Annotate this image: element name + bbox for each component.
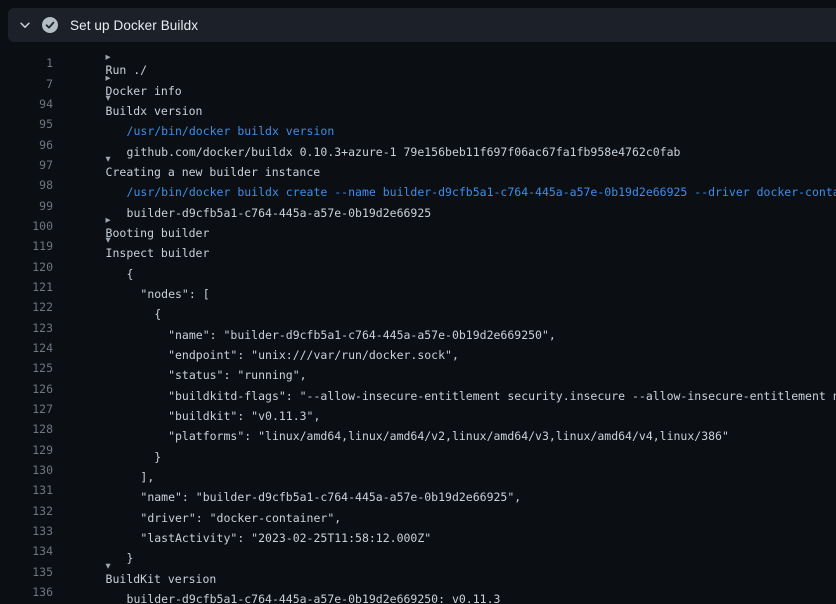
line-number[interactable]: 98	[0, 178, 53, 192]
line-number[interactable]: 136	[0, 585, 53, 599]
line-text: builder-d9cfb5a1-c764-445a-a57e-0b19d2e6…	[127, 592, 501, 604]
triangle-collapsed-icon: ▶	[106, 73, 119, 83]
triangle-expanded-icon: ▼	[106, 93, 119, 103]
line-number[interactable]: 133	[0, 524, 53, 538]
triangle-expanded-icon: ▼	[106, 236, 119, 246]
line-number[interactable]: 134	[0, 544, 53, 558]
line-number[interactable]: 130	[0, 463, 53, 477]
line-number[interactable]: 100	[0, 219, 53, 233]
line-number[interactable]: 99	[0, 199, 53, 213]
line-number[interactable]: 119	[0, 239, 53, 253]
line-number[interactable]: 131	[0, 483, 53, 497]
log-lines: 1 ▶ Run ./ 7 ▶ Docker info 94 ▼ Buildx v…	[0, 53, 836, 602]
triangle-expanded-icon: ▼	[106, 154, 119, 164]
triangle-collapsed-icon: ▶	[106, 215, 119, 225]
line-number[interactable]: 132	[0, 504, 53, 518]
triangle-expanded-icon: ▼	[106, 561, 119, 571]
log-line: 136 builder-d9cfb5a1-c764-445a-a57e-0b19…	[0, 582, 836, 602]
step-title: Set up Docker Buildx	[70, 18, 198, 33]
line-number[interactable]: 129	[0, 443, 53, 457]
line-number[interactable]: 122	[0, 300, 53, 314]
line-number[interactable]: 125	[0, 361, 53, 375]
line-number[interactable]: 120	[0, 260, 53, 274]
line-number[interactable]: 121	[0, 280, 53, 294]
line-number[interactable]: 124	[0, 341, 53, 355]
line-number[interactable]: 7	[0, 77, 53, 91]
line-number[interactable]: 127	[0, 402, 53, 416]
line-number[interactable]: 96	[0, 138, 53, 152]
line-number[interactable]: 123	[0, 321, 53, 335]
line-number[interactable]: 126	[0, 382, 53, 396]
chevron-down-icon[interactable]	[8, 8, 42, 42]
line-number[interactable]: 135	[0, 565, 53, 579]
line-number[interactable]: 97	[0, 158, 53, 172]
line-number[interactable]: 95	[0, 117, 53, 131]
line-number[interactable]: 128	[0, 422, 53, 436]
triangle-collapsed-icon: ▶	[106, 53, 119, 63]
check-circle-icon	[42, 17, 58, 33]
line-number[interactable]: 1	[0, 56, 53, 70]
line-number[interactable]: 94	[0, 97, 53, 111]
log-viewer: 1 ▶ Run ./ 7 ▶ Docker info 94 ▼ Buildx v…	[0, 42, 836, 602]
